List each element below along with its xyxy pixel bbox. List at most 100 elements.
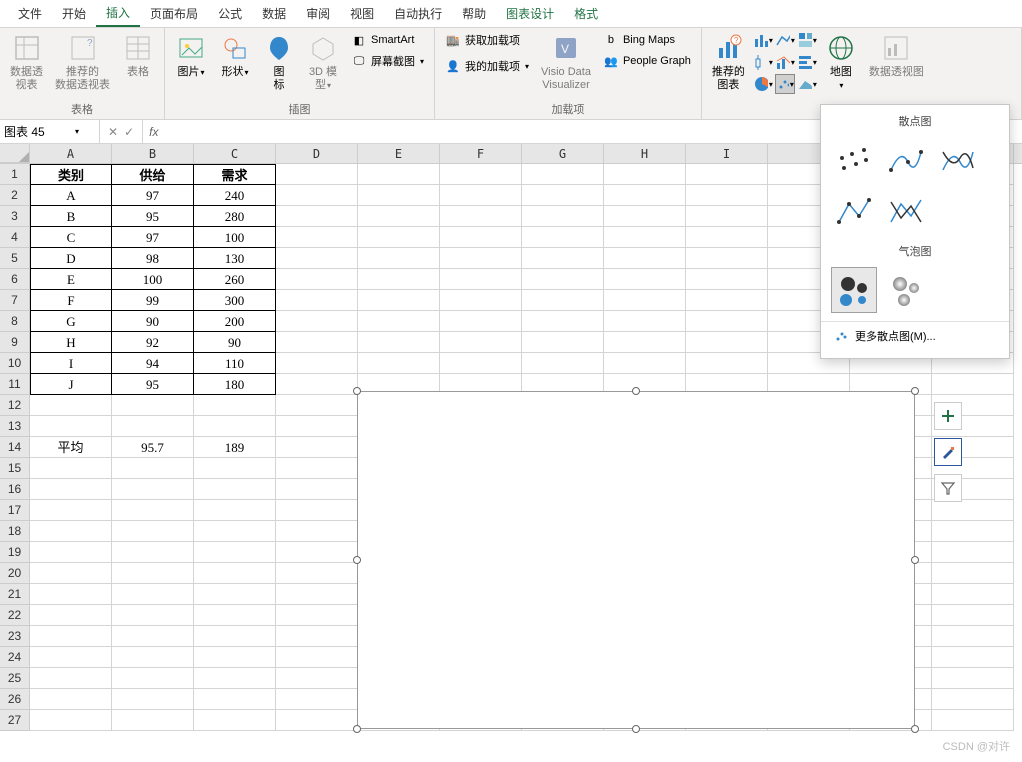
cell[interactable]: 类别 <box>30 164 112 185</box>
cell[interactable] <box>276 311 358 332</box>
cell[interactable] <box>194 395 276 416</box>
row-header[interactable]: 21 <box>0 584 30 605</box>
row-header[interactable]: 25 <box>0 668 30 689</box>
cell[interactable] <box>112 395 194 416</box>
bubble-3d-option[interactable] <box>883 267 929 313</box>
cell[interactable] <box>30 689 112 710</box>
cell[interactable] <box>112 647 194 668</box>
cell[interactable] <box>604 248 686 269</box>
cell[interactable] <box>112 626 194 647</box>
surface-chart-button[interactable]: ▾ <box>797 74 817 94</box>
scatter-straight-option[interactable] <box>883 189 929 235</box>
column-header[interactable]: A <box>30 144 112 163</box>
cell[interactable] <box>358 311 440 332</box>
row-header[interactable]: 15 <box>0 458 30 479</box>
tab-review[interactable]: 审阅 <box>296 1 340 26</box>
cell[interactable] <box>932 374 1014 395</box>
cell[interactable] <box>276 689 358 710</box>
cell[interactable]: 300 <box>194 290 276 311</box>
row-header[interactable]: 22 <box>0 605 30 626</box>
cell[interactable] <box>276 647 358 668</box>
cell[interactable]: 供给 <box>112 164 194 185</box>
cell[interactable] <box>30 458 112 479</box>
cell[interactable] <box>276 269 358 290</box>
cell[interactable]: I <box>30 353 112 374</box>
cancel-icon[interactable]: ✕ <box>108 125 118 139</box>
cell[interactable] <box>30 563 112 584</box>
row-header[interactable]: 24 <box>0 647 30 668</box>
cell[interactable] <box>276 542 358 563</box>
name-box-dropdown-icon[interactable]: ▾ <box>75 127 79 136</box>
cell[interactable] <box>112 458 194 479</box>
cell[interactable] <box>522 227 604 248</box>
cell[interactable]: 92 <box>112 332 194 353</box>
pivot-table-button[interactable]: 数据透 视表 <box>6 30 47 94</box>
cell[interactable] <box>358 206 440 227</box>
cell[interactable]: 90 <box>194 332 276 353</box>
cell[interactable] <box>194 584 276 605</box>
recommended-charts-button[interactable]: ? 推荐的 图表 <box>708 30 749 94</box>
cell[interactable] <box>604 332 686 353</box>
cell[interactable] <box>276 332 358 353</box>
cell[interactable] <box>686 332 768 353</box>
cell[interactable] <box>276 395 358 416</box>
cell[interactable]: 平均 <box>30 437 112 458</box>
cell[interactable]: 98 <box>112 248 194 269</box>
cell[interactable]: 90 <box>112 311 194 332</box>
shapes-button[interactable]: 形状▾ <box>215 30 255 81</box>
cell[interactable]: H <box>30 332 112 353</box>
cell[interactable]: D <box>30 248 112 269</box>
resize-handle-bm[interactable] <box>632 725 640 733</box>
cell[interactable] <box>522 353 604 374</box>
my-addins-button[interactable]: 👤我的加载项▾ <box>441 56 533 76</box>
cell[interactable] <box>932 521 1014 542</box>
bing-maps-button[interactable]: bBing Maps <box>599 30 695 50</box>
scatter-smooth-markers-option[interactable] <box>883 137 929 183</box>
cell[interactable] <box>686 248 768 269</box>
cell[interactable] <box>276 248 358 269</box>
bubble-option[interactable] <box>831 267 877 313</box>
cell[interactable] <box>932 626 1014 647</box>
row-header[interactable]: 5 <box>0 248 30 269</box>
row-header[interactable]: 20 <box>0 563 30 584</box>
scatter-smooth-option[interactable] <box>935 137 981 183</box>
row-header[interactable]: 16 <box>0 479 30 500</box>
cell[interactable] <box>522 269 604 290</box>
resize-handle-br[interactable] <box>911 725 919 733</box>
cell[interactable] <box>276 185 358 206</box>
cell[interactable] <box>604 227 686 248</box>
cell[interactable] <box>440 206 522 227</box>
tab-view[interactable]: 视图 <box>340 1 384 26</box>
fx-label[interactable]: fx <box>143 120 164 143</box>
cell[interactable] <box>276 521 358 542</box>
tab-home[interactable]: 开始 <box>52 1 96 26</box>
cell[interactable] <box>112 416 194 437</box>
cell[interactable] <box>194 647 276 668</box>
cell[interactable] <box>932 542 1014 563</box>
row-header[interactable]: 1 <box>0 164 30 185</box>
cell[interactable] <box>194 563 276 584</box>
cell[interactable]: J <box>30 374 112 395</box>
cell[interactable] <box>276 164 358 185</box>
row-header[interactable]: 4 <box>0 227 30 248</box>
row-header[interactable]: 27 <box>0 710 30 731</box>
cell[interactable] <box>112 605 194 626</box>
cell[interactable] <box>686 269 768 290</box>
cell[interactable] <box>522 290 604 311</box>
cell[interactable] <box>440 311 522 332</box>
cell[interactable]: 110 <box>194 353 276 374</box>
cell[interactable] <box>112 668 194 689</box>
cell[interactable] <box>276 626 358 647</box>
resize-handle-ml[interactable] <box>353 556 361 564</box>
cell[interactable] <box>112 542 194 563</box>
cell[interactable] <box>522 332 604 353</box>
row-header[interactable]: 26 <box>0 689 30 710</box>
stat-chart-button[interactable]: ▾ <box>753 52 773 72</box>
visio-button[interactable]: V Visio Data Visualizer <box>537 30 595 94</box>
cell[interactable] <box>358 185 440 206</box>
cell[interactable]: C <box>30 227 112 248</box>
tab-layout[interactable]: 页面布局 <box>140 1 208 26</box>
cell[interactable] <box>932 668 1014 689</box>
cell[interactable] <box>440 353 522 374</box>
cell[interactable] <box>30 479 112 500</box>
